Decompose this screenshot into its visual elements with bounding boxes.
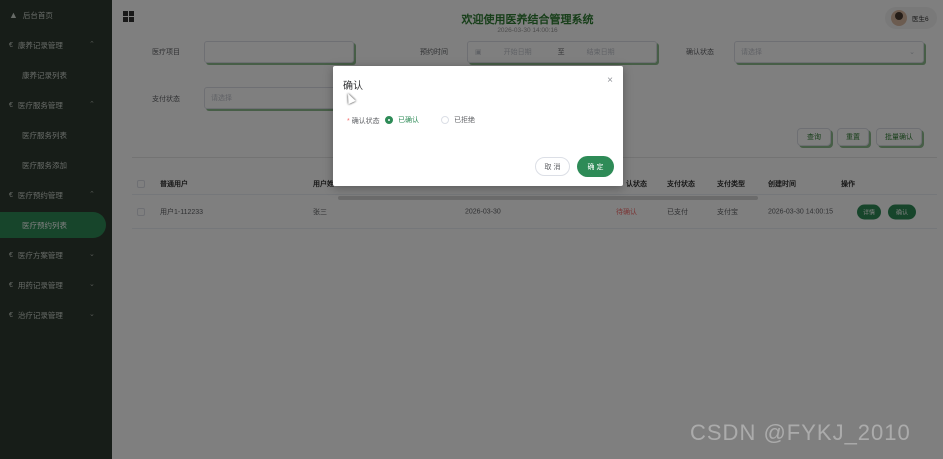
radio-confirmed[interactable]: 已确认 (385, 115, 419, 125)
radio-label: 已确认 (398, 117, 419, 124)
horizontal-scrollbar[interactable] (338, 196, 758, 200)
required-mark: * (347, 118, 350, 125)
radio-rejected[interactable]: 已拒绝 (441, 115, 475, 125)
radio-label: 已拒绝 (454, 117, 475, 124)
close-icon[interactable]: × (607, 75, 613, 86)
dialog-field-label: * 确认状态 (347, 116, 380, 126)
ok-button[interactable]: 确 定 (577, 156, 614, 177)
radio-dot (441, 116, 449, 124)
radio-dot (385, 116, 393, 124)
confirm-dialog: 确认 × * 确认状态 已确认 已拒绝 取 消 确 定 (333, 66, 623, 186)
watermark: CSDN @FYKJ_2010 (690, 420, 911, 445)
dialog-field-label-text: 确认状态 (351, 118, 380, 125)
dialog-title: 确认 (343, 81, 363, 92)
cancel-button[interactable]: 取 消 (535, 157, 570, 176)
